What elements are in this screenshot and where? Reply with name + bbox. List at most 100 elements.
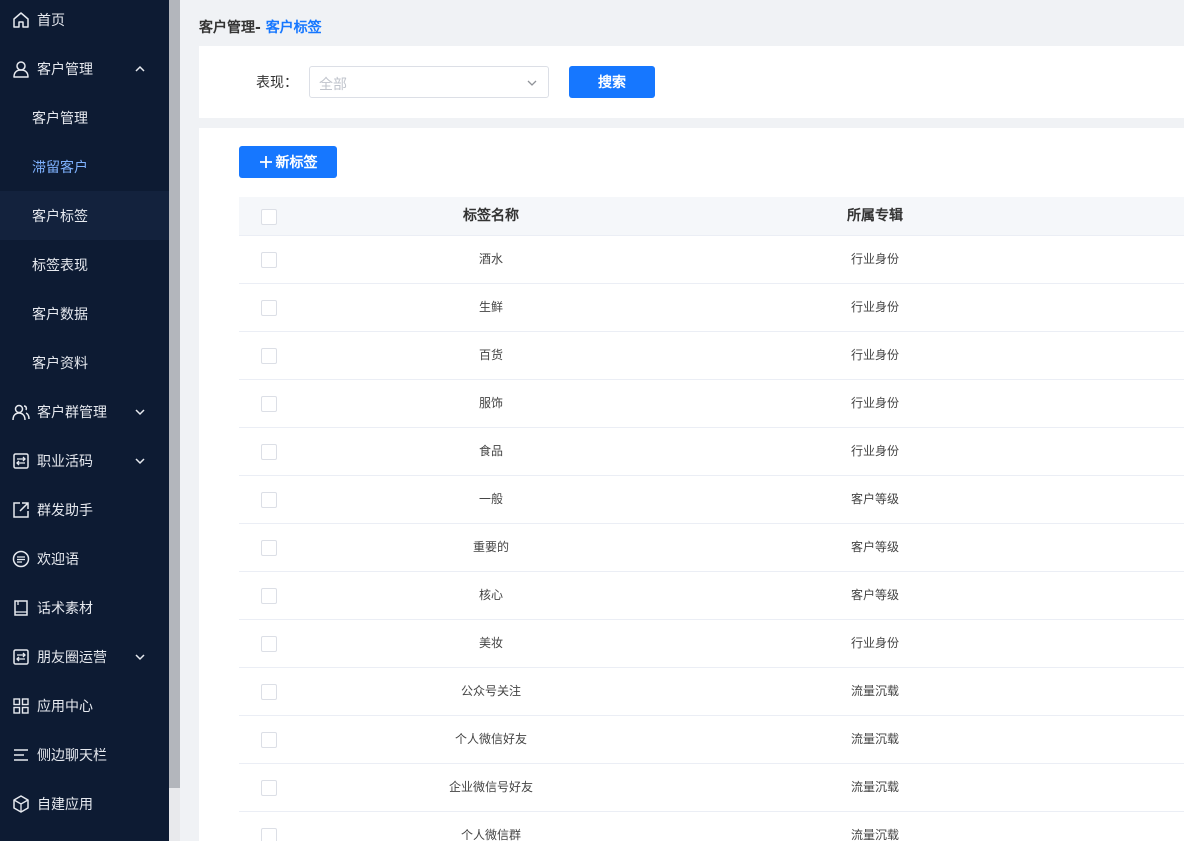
row-checkbox[interactable] xyxy=(261,252,277,268)
table-row: 重要的 客户等级 xyxy=(239,524,1184,572)
album-cell: 流量沉载 xyxy=(850,780,899,794)
row-checkbox[interactable] xyxy=(261,540,277,556)
table-row: 酒水 行业身份 xyxy=(239,236,1184,284)
sidebar-item-label: 客户群管理 xyxy=(37,404,107,421)
apps-icon xyxy=(13,697,29,714)
sidebar-subitem-customer-profile[interactable]: 客户资料 xyxy=(0,338,169,387)
sidebar-subitem-customer-management[interactable]: 客户管理 xyxy=(0,93,169,142)
tag-name-cell: 核心 xyxy=(478,588,503,602)
table-row: 个人微信群 流量沉载 xyxy=(239,812,1184,841)
sidebar-scrollbar[interactable] xyxy=(169,0,180,841)
tag-table-panel: 新标签 标签名称 所属专辑 酒水 行业身份 生鲜 行业身份 百货 行业身份 服饰 行业身份 食品… xyxy=(199,128,1184,841)
tag-name-cell: 食品 xyxy=(478,444,503,458)
sidebar-item-label: 话术素材 xyxy=(37,600,93,617)
home-icon xyxy=(13,11,29,28)
performance-filter-label: 表现： xyxy=(256,75,298,91)
performance-select[interactable]: 全部 xyxy=(309,66,549,98)
new-tag-button[interactable]: 新标签 xyxy=(239,146,337,178)
row-checkbox[interactable] xyxy=(261,396,277,412)
sidebar-subitem-label: 客户数据 xyxy=(32,306,88,323)
row-checkbox[interactable] xyxy=(261,492,277,508)
chevron-down-icon xyxy=(135,653,145,660)
column-header-album: 所属专辑 xyxy=(847,208,903,224)
breadcrumb-current: 客户标签 xyxy=(265,20,322,36)
sidebar-item-scripts[interactable]: 话术素材 xyxy=(0,583,169,632)
row-checkbox[interactable] xyxy=(261,348,277,364)
table-row: 百货 行业身份 xyxy=(239,332,1184,380)
sidebar-item-home[interactable]: 首页 xyxy=(0,0,169,44)
row-checkbox[interactable] xyxy=(261,732,277,748)
sidebar-subitem-label: 客户资料 xyxy=(32,355,88,372)
chevron-down-icon xyxy=(527,80,537,86)
sidebar-item-label: 职业活码 xyxy=(37,453,93,470)
search-button[interactable]: 搜索 xyxy=(569,66,655,98)
tag-name-cell: 重要的 xyxy=(472,540,509,554)
users-icon xyxy=(12,404,30,420)
sidebar-subitem-retained-customers[interactable]: 滞留客户 xyxy=(0,142,169,191)
sidebar-item-label: 首页 xyxy=(37,12,65,29)
moments-icon xyxy=(13,648,29,665)
menu-icon xyxy=(14,748,28,761)
sidebar-item-customer-management[interactable]: 客户管理 xyxy=(0,44,169,93)
row-checkbox[interactable] xyxy=(261,780,277,796)
sidebar-subitem-tag-performance[interactable]: 标签表现 xyxy=(0,240,169,289)
tag-name-cell: 企业微信号好友 xyxy=(448,780,533,794)
sidebar-subitem-label: 滞留客户 xyxy=(32,159,88,176)
sidebar-item-label: 自建应用 xyxy=(37,796,93,813)
album-cell: 行业身份 xyxy=(850,300,899,314)
table-row: 一般 客户等级 xyxy=(239,476,1184,524)
select-all-checkbox[interactable] xyxy=(261,209,277,225)
row-checkbox[interactable] xyxy=(261,300,277,316)
share-icon xyxy=(13,501,29,518)
new-tag-button-label: 新标签 xyxy=(275,155,318,171)
sidebar-scrollbar-thumb[interactable] xyxy=(169,0,180,788)
chevron-up-icon xyxy=(135,65,145,72)
row-checkbox[interactable] xyxy=(261,588,277,604)
album-cell: 流量沉载 xyxy=(850,684,899,698)
sidebar-subitem-label: 客户管理 xyxy=(32,110,88,127)
tag-name-cell: 一般 xyxy=(478,492,503,506)
sidebar-subitem-label: 标签表现 xyxy=(32,257,88,274)
table-header: 标签名称 所属专辑 xyxy=(239,197,1184,236)
breadcrumb-parent[interactable]: 客户管理- xyxy=(199,20,261,36)
plus-icon xyxy=(259,156,272,168)
tag-name-cell: 个人微信群 xyxy=(460,828,521,841)
album-cell: 流量沉载 xyxy=(850,828,899,841)
book-icon xyxy=(14,599,28,616)
album-cell: 客户等级 xyxy=(850,588,899,602)
sidebar-item-live-code[interactable]: 职业活码 xyxy=(0,436,169,485)
performance-select-value: 全部 xyxy=(319,77,347,93)
table-row: 服饰 行业身份 xyxy=(239,380,1184,428)
sidebar-item-app-center[interactable]: 应用中心 xyxy=(0,681,169,730)
sidebar-item-label: 欢迎语 xyxy=(37,551,79,568)
sidebar-item-custom-apps[interactable]: 自建应用 xyxy=(0,779,169,828)
sidebar-item-mass-send[interactable]: 群发助手 xyxy=(0,485,169,534)
chevron-down-icon xyxy=(135,457,145,464)
sidebar-item-welcome[interactable]: 欢迎语 xyxy=(0,534,169,583)
user-icon xyxy=(13,60,29,78)
row-checkbox[interactable] xyxy=(261,636,277,652)
album-cell: 客户等级 xyxy=(850,540,899,554)
row-checkbox[interactable] xyxy=(261,684,277,700)
chevron-down-icon xyxy=(135,408,145,415)
tag-name-cell: 百货 xyxy=(478,348,503,362)
table-row: 生鲜 行业身份 xyxy=(239,284,1184,332)
sidebar-subitem-customer-tags[interactable]: 客户标签 xyxy=(0,191,169,240)
tag-name-cell: 酒水 xyxy=(478,252,503,266)
album-cell: 行业身份 xyxy=(850,444,899,458)
sidebar-item-customer-groups[interactable]: 客户群管理 xyxy=(0,387,169,436)
row-checkbox[interactable] xyxy=(261,444,277,460)
sidebar-item-moments[interactable]: 朋友圈运营 xyxy=(0,632,169,681)
album-cell: 流量沉载 xyxy=(850,732,899,746)
row-checkbox[interactable] xyxy=(261,828,277,841)
sidebar-item-label: 侧边聊天栏 xyxy=(37,747,107,764)
table-row: 企业微信号好友 流量沉载 xyxy=(239,764,1184,812)
sidebar-subitem-customer-data[interactable]: 客户数据 xyxy=(0,289,169,338)
message-icon xyxy=(12,550,30,567)
sidebar-item-side-chat[interactable]: 侧边聊天栏 xyxy=(0,730,169,779)
sidebar-subitem-label: 客户标签 xyxy=(32,208,88,225)
qrcode-icon xyxy=(13,452,29,469)
album-cell: 行业身份 xyxy=(850,636,899,650)
tag-name-cell: 美妆 xyxy=(478,636,503,650)
album-cell: 客户等级 xyxy=(850,492,899,506)
